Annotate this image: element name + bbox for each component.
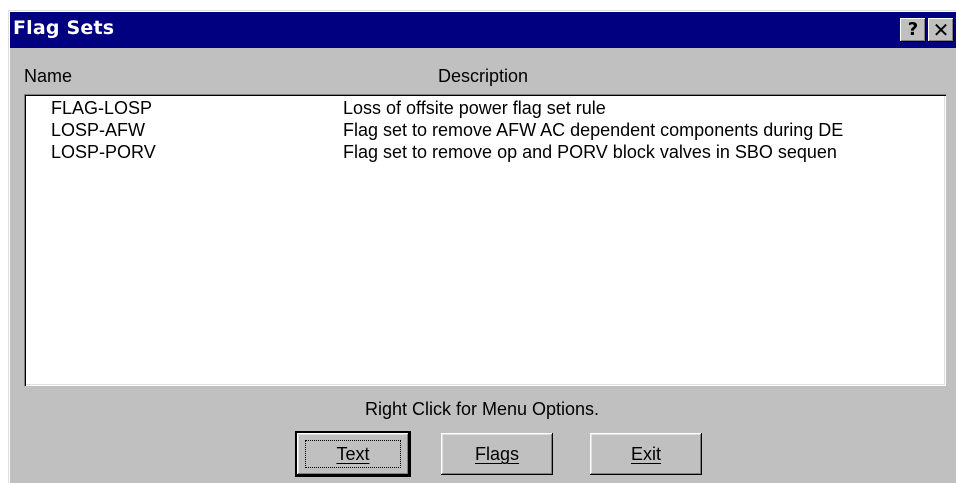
text-button-label: Text bbox=[336, 444, 370, 464]
window-title: Flag Sets bbox=[13, 17, 115, 39]
flag-set-list[interactable]: FLAG-LOSP Loss of offsite power flag set… bbox=[24, 94, 946, 386]
help-button[interactable]: ? bbox=[900, 18, 926, 42]
title-bar[interactable]: Flag Sets ? ✕ bbox=[10, 12, 956, 48]
flag-set-description: Flag set to remove AFW AC dependent comp… bbox=[343, 120, 844, 140]
flag-set-name: FLAG-LOSP bbox=[51, 98, 153, 118]
column-header-description[interactable]: Description bbox=[438, 66, 528, 87]
list-item[interactable]: FLAG-LOSP Loss of offsite power flag set… bbox=[24, 98, 946, 120]
flag-set-description: Loss of offsite power flag set rule bbox=[343, 98, 606, 118]
flag-set-name: LOSP-PORV bbox=[51, 142, 156, 162]
flag-set-description: Flag set to remove op and PORV block val… bbox=[343, 142, 837, 162]
list-item[interactable]: LOSP-AFW Flag set to remove AFW AC depen… bbox=[24, 120, 946, 142]
flag-sets-dialog: Flag Sets ? ✕ Name Description FLAG-LOSP… bbox=[8, 10, 956, 483]
text-button[interactable]: Text bbox=[297, 433, 409, 475]
exit-button[interactable]: Exit bbox=[590, 433, 702, 475]
flag-set-name: LOSP-AFW bbox=[51, 120, 146, 140]
flags-button-label: Flags bbox=[474, 444, 519, 464]
menu-hint: Right Click for Menu Options. bbox=[364, 399, 600, 419]
exit-button-label: Exit bbox=[630, 444, 661, 464]
column-header-name[interactable]: Name bbox=[24, 66, 72, 87]
help-icon: ? bbox=[907, 19, 919, 40]
flags-button[interactable]: Flags bbox=[441, 433, 553, 475]
close-icon: ✕ bbox=[932, 18, 950, 42]
close-button[interactable]: ✕ bbox=[928, 18, 954, 42]
list-item[interactable]: LOSP-PORV Flag set to remove op and PORV… bbox=[24, 142, 946, 164]
